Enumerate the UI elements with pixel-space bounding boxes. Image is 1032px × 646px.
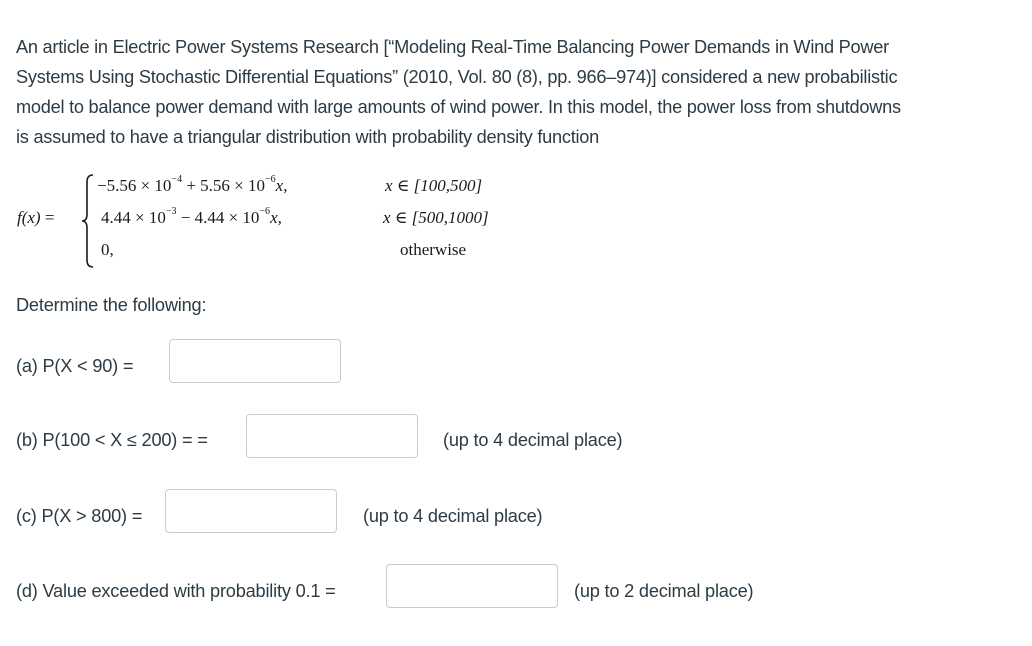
question-b-hint: (up to 4 decimal place)	[443, 430, 623, 450]
question-d-label: (d) Value exceeded with probability 0.1 …	[16, 581, 336, 601]
left-brace-icon	[81, 174, 94, 268]
case-1-expression: −5.56 × 10−4 + 5.56 × 10−6x,	[97, 174, 288, 195]
question-a-label: (a) P(X < 90) =	[16, 356, 134, 376]
case-3-expression: 0,	[101, 240, 114, 259]
case-3-condition: otherwise	[400, 240, 467, 259]
pdf-formula: f(x) = −5.56 × 10−4 + 5.56 × 10−6x, x ∈ …	[17, 172, 537, 272]
prompt-text: Determine the following:	[16, 295, 207, 315]
intro-line: is assumed to have a triangular distribu…	[16, 127, 600, 147]
question-b-label: (b) P(100 < X ≤ 200) = =	[16, 430, 208, 450]
case-1-condition: x ∈ [100,500]	[385, 176, 483, 195]
answer-b-input[interactable]	[246, 414, 418, 458]
answer-a-input[interactable]	[169, 339, 341, 383]
answer-d-input[interactable]	[386, 564, 558, 608]
answer-c-input[interactable]	[165, 489, 337, 533]
question-d-hint: (up to 2 decimal place)	[574, 581, 754, 601]
case-2-expression: 4.44 × 10−3 − 4.44 × 10−6x,	[101, 206, 282, 227]
formula-lhs: f(x) =	[17, 208, 55, 227]
question-c-label: (c) P(X > 800) =	[16, 506, 143, 526]
intro-line: Systems Using Stochastic Differential Eq…	[16, 67, 898, 87]
question-c-hint: (up to 4 decimal place)	[363, 506, 543, 526]
intro-line: model to balance power demand with large…	[16, 97, 901, 117]
case-2-condition: x ∈ [500,1000]	[383, 208, 489, 227]
intro-line: An article in Electric Power Systems Res…	[16, 37, 889, 57]
problem-statement: An article in Electric Power Systems Res…	[16, 32, 1021, 152]
